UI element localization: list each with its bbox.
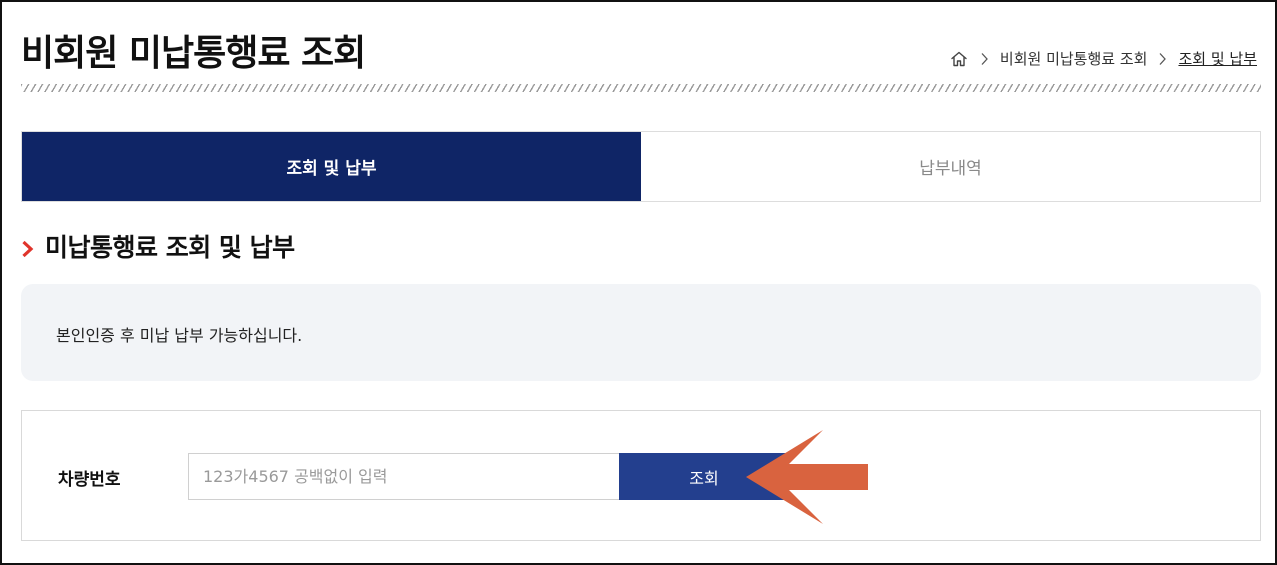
notice-text: 본인인증 후 미납 납부 가능하십니다. [56,326,303,345]
vehicle-search-form: 차량번호 조회 [21,410,1261,541]
section-heading: 미납통행료 조회 및 납부 [21,228,295,264]
page-title: 비회원 미납통행료 조회 [21,33,366,74]
vehicle-number-input[interactable] [188,453,620,500]
arrow-left-icon [746,430,868,524]
tab-payment-history[interactable]: 납부내역 [641,132,1260,201]
breadcrumb: 비회원 미납통행료 조회 조회 및 납부 [949,48,1257,69]
breadcrumb-item-unpaid-toll[interactable]: 비회원 미납통행료 조회 [1000,48,1148,69]
notice-box: 본인인증 후 미납 납부 가능하십니다. [21,284,1261,381]
chevron-right-icon [1158,52,1167,66]
tab-bar: 조회 및 납부 납부내역 [21,131,1261,202]
tab-inquiry-payment[interactable]: 조회 및 납부 [22,132,641,201]
section-title: 미납통행료 조회 및 납부 [45,233,295,262]
breadcrumb-item-current[interactable]: 조회 및 납부 [1178,48,1257,69]
page-frame: 비회원 미납통행료 조회 비회원 미납통행료 조회 조회 및 납부 조회 및 납… [0,0,1277,565]
title-divider [21,84,1261,92]
chevron-right-icon [980,52,989,66]
vehicle-number-label: 차량번호 [58,470,121,490]
home-icon[interactable] [949,49,969,69]
chevron-right-icon [21,236,35,258]
